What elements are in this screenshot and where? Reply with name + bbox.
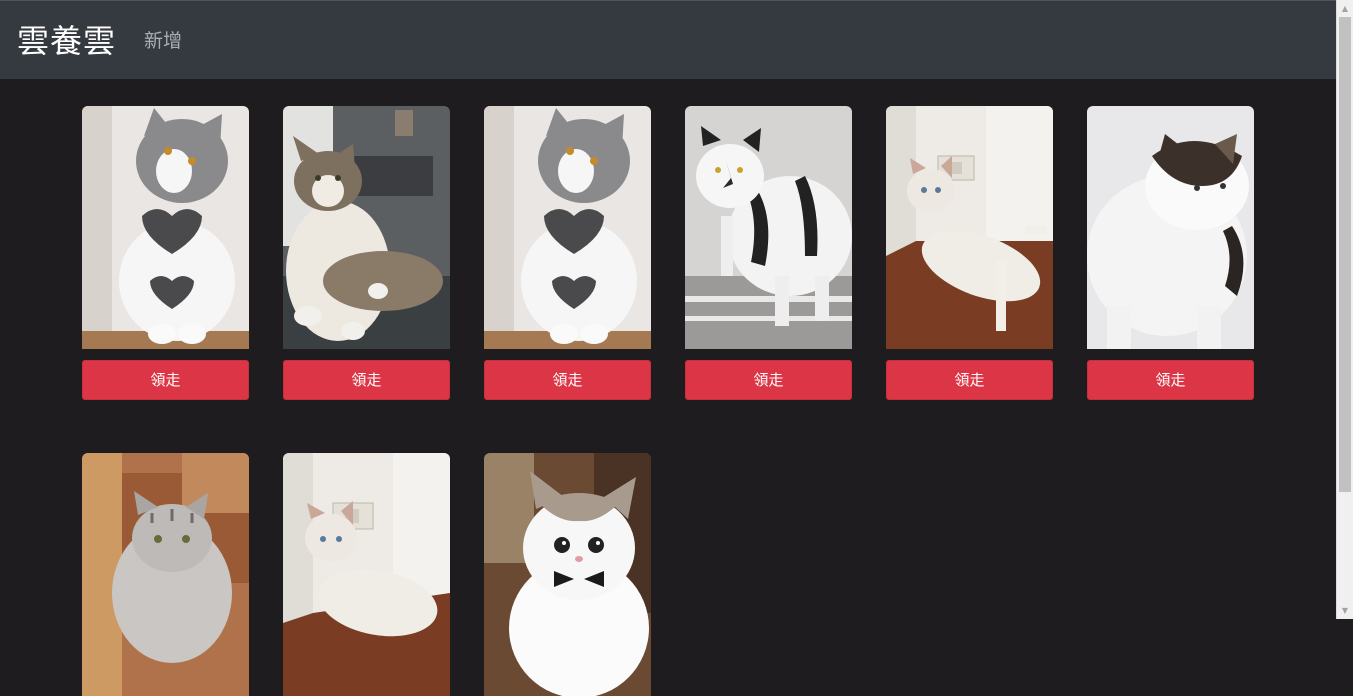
cat-photo (484, 106, 651, 349)
cat-card (283, 453, 450, 696)
cat-card: 領走 (1087, 106, 1254, 400)
nav-link-add[interactable]: 新增 (144, 28, 182, 54)
cat-card: 領走 (82, 106, 249, 400)
cat-card: 領走 (283, 106, 450, 400)
scroll-up-arrow-icon[interactable]: ▲ (1337, 0, 1353, 17)
cat-card (484, 453, 651, 696)
cat-photo (484, 453, 651, 696)
adopt-button[interactable]: 領走 (283, 360, 450, 400)
adopt-button[interactable]: 領走 (82, 360, 249, 400)
cat-card (82, 453, 249, 696)
cat-card: 領走 (484, 106, 651, 400)
cat-photo (82, 106, 249, 349)
cat-photo (685, 106, 852, 349)
scroll-down-arrow-icon[interactable]: ▼ (1337, 602, 1353, 619)
cat-photo (1087, 106, 1254, 349)
brand-logo-text[interactable]: 雲養雲 (17, 21, 116, 61)
top-navbar: 雲養雲 新增 (0, 0, 1336, 79)
cat-photo (82, 453, 249, 696)
adopt-button[interactable]: 領走 (484, 360, 651, 400)
adopt-button[interactable]: 領走 (1087, 360, 1254, 400)
adopt-button[interactable]: 領走 (886, 360, 1053, 400)
cat-photo (283, 106, 450, 349)
cat-photo (283, 453, 450, 696)
scroll-thumb[interactable] (1339, 17, 1351, 492)
vertical-scrollbar[interactable]: ▲ ▼ (1336, 0, 1353, 619)
cat-card: 領走 (685, 106, 852, 400)
cat-card: 領走 (886, 106, 1053, 400)
adopt-button[interactable]: 領走 (685, 360, 852, 400)
cat-photo (886, 106, 1053, 349)
